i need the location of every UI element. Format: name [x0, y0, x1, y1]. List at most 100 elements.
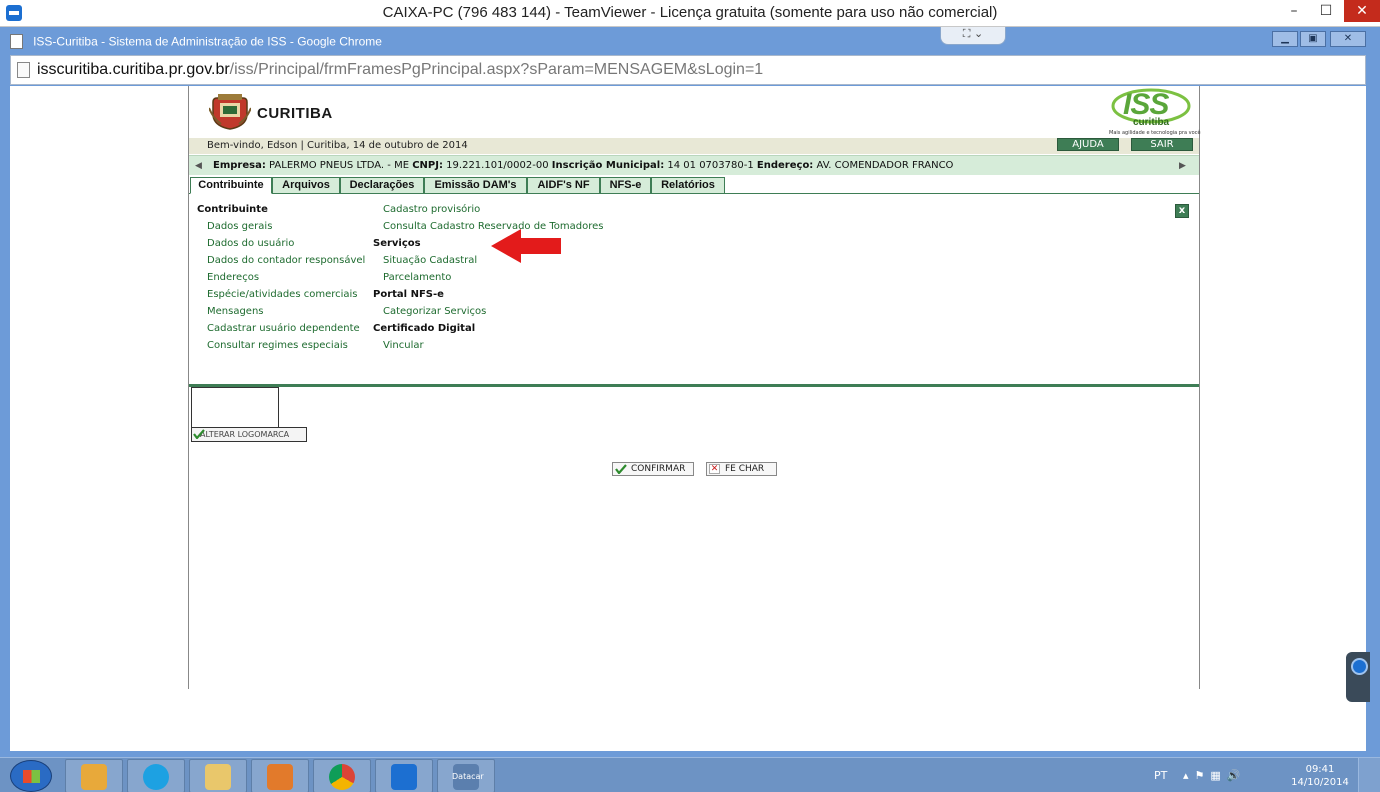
clock-time: 09:41 — [1305, 764, 1335, 775]
inscricao-value: 14 01 0703780-1 — [667, 160, 754, 171]
welcome-bar: Bem-vindo, Edson | Curitiba, 14 de outub… — [189, 138, 1199, 154]
menu-item-cadastro-provisorio[interactable]: Cadastro provisório — [383, 204, 480, 215]
iss-logo-sub: curitiba — [1133, 117, 1170, 128]
media-player-icon — [267, 764, 293, 790]
tab-nfse[interactable]: NFS-e — [600, 177, 651, 194]
teamviewer-title-bar: CAIXA-PC (796 483 144) - TeamViewer - Li… — [0, 0, 1380, 27]
flag-icon[interactable]: ⚑ — [1195, 769, 1211, 782]
chrome-icon — [329, 764, 355, 790]
scroll-right-icon[interactable]: ▶ — [1179, 161, 1186, 171]
menu-item-mensagens[interactable]: Mensagens — [207, 306, 264, 317]
scroll-left-icon[interactable]: ◀ — [195, 161, 202, 171]
empresa-info: Empresa: PALERMO PNEUS LTDA. - ME CNPJ: … — [213, 160, 953, 171]
url-host: isscuritiba.curitiba.pr.gov.br — [37, 61, 230, 78]
menu-heading-certificado-digital: Certificado Digital — [373, 323, 476, 334]
address-bar[interactable]: isscuritiba.curitiba.pr.gov.br/iss/Princ… — [10, 55, 1366, 85]
teamviewer-icon — [391, 764, 417, 790]
menu-item-consultar-regimes[interactable]: Consultar regimes especiais — [207, 340, 348, 351]
show-desktop-button[interactable] — [1358, 758, 1380, 792]
tab-aidfs-nf[interactable]: AIDF's NF — [527, 177, 600, 194]
outlook-icon — [81, 764, 107, 790]
start-button[interactable] — [10, 760, 52, 792]
folder-icon — [205, 764, 231, 790]
curitiba-crest-icon — [209, 94, 251, 130]
tray-icons: ▴⚑▦🔊 — [1183, 769, 1247, 782]
tab-declaracoes[interactable]: Declarações — [340, 177, 424, 194]
taskbar-skype[interactable] — [127, 759, 185, 792]
menu-item-vincular[interactable]: Vincular — [383, 340, 424, 351]
chrome-minimize-button[interactable]: ▁ — [1272, 31, 1298, 47]
teamviewer-side-panel-tab[interactable] — [1346, 652, 1370, 702]
menu-item-parcelamento[interactable]: Parcelamento — [383, 272, 451, 283]
main-tabs: Contribuinte Arquivos Declarações Emissã… — [189, 177, 1199, 194]
tab-arquivos[interactable]: Arquivos — [272, 177, 340, 194]
language-indicator[interactable]: PT — [1154, 769, 1167, 782]
iss-curitiba-logo: ISS curitiba Mais agilidade e tecnologia… — [1109, 86, 1201, 138]
menu-heading-contribuinte: Contribuinte — [197, 204, 268, 215]
taskbar-teamviewer[interactable] — [375, 759, 433, 792]
sair-button[interactable]: SAIR — [1131, 138, 1193, 151]
close-x-icon: ✕ — [709, 464, 720, 474]
page-icon — [10, 34, 23, 49]
chrome-window-title: ISS-Curitiba - Sistema de Administração … — [33, 34, 382, 49]
menu-heading-portal-nfse: Portal NFS-e — [373, 289, 444, 300]
city-name: CURITIBA — [257, 105, 333, 122]
taskbar-chrome[interactable] — [313, 759, 371, 792]
fechar-label: FE CHAR — [725, 464, 765, 474]
alterar-logomarca-button[interactable]: ALTERAR LOGOMARCA — [191, 427, 307, 442]
menu-item-categorizar-servicos[interactable]: Categorizar Serviços — [383, 306, 486, 317]
menu-item-dados-gerais[interactable]: Dados gerais — [207, 221, 272, 232]
teamviewer-session-dropdown[interactable]: ⛶ ⌄ — [940, 27, 1006, 45]
skype-icon — [143, 764, 169, 790]
fechar-button[interactable]: ✕ FE CHAR — [706, 462, 777, 476]
chrome-window: ISS-Curitiba - Sistema de Administração … — [0, 27, 1380, 757]
taskbar-datacar[interactable]: Datacar — [437, 759, 495, 792]
menu-item-enderecos[interactable]: Endereços — [207, 272, 259, 283]
close-menu-button[interactable]: x — [1175, 204, 1189, 218]
datacar-label: Datacar — [452, 772, 484, 781]
welcome-text: Bem-vindo, Edson | Curitiba, 14 de outub… — [207, 140, 468, 151]
chrome-maximize-button[interactable]: ▣ — [1300, 31, 1326, 47]
show-hidden-icons-icon[interactable]: ▴ — [1183, 769, 1195, 782]
url-path: /iss/Principal/frmFramesPgPrincipal.aspx… — [229, 61, 764, 78]
menu-item-cadastrar-dependente[interactable]: Cadastrar usuário dependente — [207, 323, 360, 334]
taskbar: Datacar PT ▴⚑▦🔊 09:41 14/10/2014 — [0, 757, 1380, 792]
teamviewer-maximize-button[interactable]: ☐ — [1312, 0, 1340, 22]
url-text[interactable]: isscuritiba.curitiba.pr.gov.br/iss/Princ… — [37, 61, 763, 79]
ajuda-button[interactable]: AJUDA — [1057, 138, 1119, 151]
endereco-value: AV. COMENDADOR FRANCO — [816, 160, 954, 171]
tab-contribuinte[interactable]: Contribuinte — [190, 177, 272, 194]
tab-emissao-dams[interactable]: Emissão DAM's — [424, 177, 527, 194]
clock-date: 14/10/2014 — [1291, 777, 1349, 788]
confirmar-button[interactable]: CONFIRMAR — [612, 462, 694, 476]
menu-item-especie-atividades[interactable]: Espécie/atividades comerciais — [207, 289, 358, 300]
menu-heading-servicos: Serviços — [373, 238, 421, 249]
browser-viewport: CURITIBA ISS curitiba Mais agilidade e t… — [10, 86, 1366, 751]
teamviewer-minimize-button[interactable]: – — [1280, 0, 1308, 22]
iss-tagline: Mais agilidade e tecnologia pra você — [1109, 130, 1201, 136]
cnpj-value: 19.221.101/0002-00 — [446, 160, 549, 171]
volume-icon[interactable]: 🔊 — [1227, 769, 1247, 782]
section-divider — [189, 384, 1199, 387]
logomarca-preview — [191, 387, 279, 428]
taskbar-outlook[interactable] — [65, 759, 123, 792]
tab-relatorios[interactable]: Relatórios — [651, 177, 725, 194]
check-icon — [615, 464, 627, 474]
endereco-label: Endereço: — [756, 160, 814, 171]
menu-item-dados-contador[interactable]: Dados do contador responsável — [207, 255, 365, 266]
red-arrow-icon — [491, 229, 561, 263]
empresa-label: Empresa: — [213, 160, 266, 171]
clock[interactable]: 09:41 14/10/2014 — [1290, 763, 1350, 789]
taskbar-explorer[interactable] — [189, 759, 247, 792]
confirmar-label: CONFIRMAR — [631, 464, 686, 474]
menu-item-dados-usuario[interactable]: Dados do usuário — [207, 238, 294, 249]
alterar-logomarca-label: ALTERAR LOGOMARCA — [200, 430, 290, 439]
network-icon[interactable]: ▦ — [1210, 769, 1226, 782]
chrome-close-button[interactable]: ✕ — [1330, 31, 1366, 47]
chrome-title: ISS-Curitiba - Sistema de Administração … — [10, 31, 382, 51]
iss-page: CURITIBA ISS curitiba Mais agilidade e t… — [188, 86, 1201, 689]
menu-item-situacao-cadastral[interactable]: Situação Cadastral — [383, 255, 477, 266]
taskbar-media-player[interactable] — [251, 759, 309, 792]
contribuinte-menu: Contribuinte Dados gerais Dados do usuár… — [189, 195, 1199, 385]
teamviewer-close-button[interactable]: ✕ — [1344, 0, 1380, 22]
